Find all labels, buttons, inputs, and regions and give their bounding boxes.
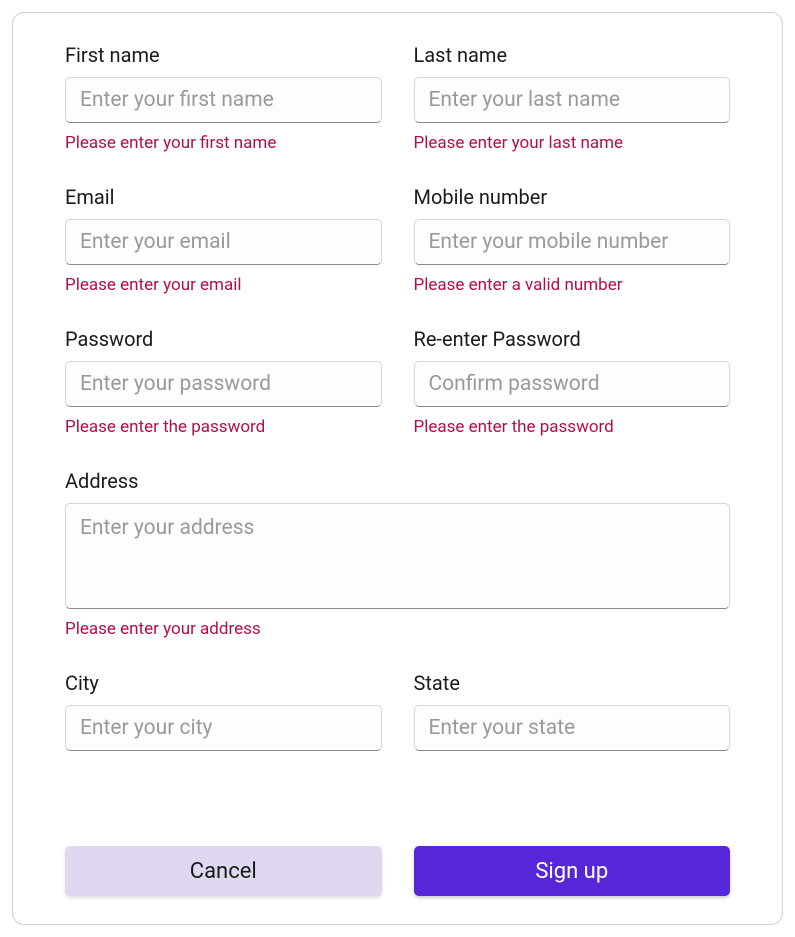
mobile-error: Please enter a valid number	[414, 275, 731, 295]
email-input[interactable]	[65, 219, 382, 265]
first-name-label: First name	[65, 43, 382, 67]
city-input[interactable]	[65, 705, 382, 751]
row-name: First name Please enter your first name …	[65, 43, 730, 153]
state-label: State	[414, 671, 731, 695]
cancel-button[interactable]: Cancel	[65, 846, 382, 896]
dialog-footer: Cancel Sign up	[65, 846, 730, 896]
field-city: City	[65, 671, 382, 751]
field-address: Address Please enter your address	[65, 469, 730, 639]
city-label: City	[65, 671, 382, 695]
row-location: City State	[65, 671, 730, 751]
mobile-input[interactable]	[414, 219, 731, 265]
signup-button[interactable]: Sign up	[414, 846, 731, 896]
password-input[interactable]	[65, 361, 382, 407]
email-error: Please enter your email	[65, 275, 382, 295]
last-name-error: Please enter your last name	[414, 133, 731, 153]
address-input[interactable]	[65, 503, 730, 609]
confirm-password-label: Re-enter Password	[414, 327, 731, 351]
field-mobile: Mobile number Please enter a valid numbe…	[414, 185, 731, 295]
first-name-error: Please enter your first name	[65, 133, 382, 153]
password-label: Password	[65, 327, 382, 351]
last-name-input[interactable]	[414, 77, 731, 123]
field-state: State	[414, 671, 731, 751]
address-label: Address	[65, 469, 730, 493]
confirm-password-input[interactable]	[414, 361, 731, 407]
field-first-name: First name Please enter your first name	[65, 43, 382, 153]
row-password: Password Please enter the password Re-en…	[65, 327, 730, 437]
form-scroll-area[interactable]: First name Please enter your first name …	[65, 43, 746, 828]
row-address: Address Please enter your address	[65, 469, 730, 639]
field-password: Password Please enter the password	[65, 327, 382, 437]
address-error: Please enter your address	[65, 619, 730, 639]
field-last-name: Last name Please enter your last name	[414, 43, 731, 153]
confirm-password-error: Please enter the password	[414, 417, 731, 437]
signup-dialog: First name Please enter your first name …	[12, 12, 783, 925]
field-confirm-password: Re-enter Password Please enter the passw…	[414, 327, 731, 437]
email-label: Email	[65, 185, 382, 209]
mobile-label: Mobile number	[414, 185, 731, 209]
state-input[interactable]	[414, 705, 731, 751]
field-email: Email Please enter your email	[65, 185, 382, 295]
first-name-input[interactable]	[65, 77, 382, 123]
password-error: Please enter the password	[65, 417, 382, 437]
last-name-label: Last name	[414, 43, 731, 67]
row-contact: Email Please enter your email Mobile num…	[65, 185, 730, 295]
